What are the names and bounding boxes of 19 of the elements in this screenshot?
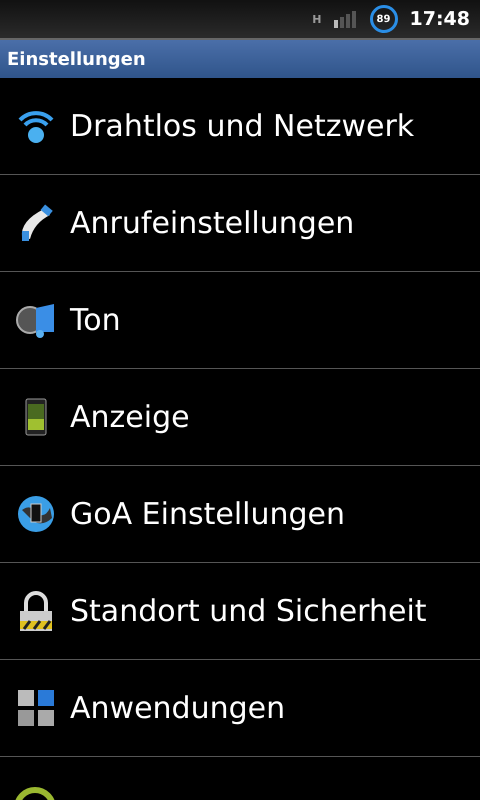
settings-item[interactable]: Standort und Sicherheit [0,563,480,660]
settings-item[interactable]: Anzeige [0,369,480,466]
settings-item[interactable]: Ton [0,272,480,369]
settings-item[interactable]: GoA Einstellungen [0,466,480,563]
item-label: Standort und Sicherheit [70,594,427,628]
item-label: Anwendungen [70,690,286,726]
battery-indicator: 89 [370,5,398,33]
network-type: H [312,12,322,26]
settings-item[interactable]: Drahtlos und Netzwerk [0,78,480,175]
screen-title: Einstellungen [7,48,146,70]
settings-item[interactable]: Anrufeinstellungen [0,175,480,272]
item-label: Anrufeinstellungen [70,206,354,240]
signal-icon [334,10,358,28]
item-label: Ton [70,302,121,338]
settings-item[interactable]: Anwendungen [0,660,480,757]
clock: 17:48 [410,8,470,30]
item-label: Drahtlos und Netzwerk [70,108,414,144]
item-label: GoA Einstellungen [70,496,346,532]
item-label: Anzeige [70,400,190,434]
